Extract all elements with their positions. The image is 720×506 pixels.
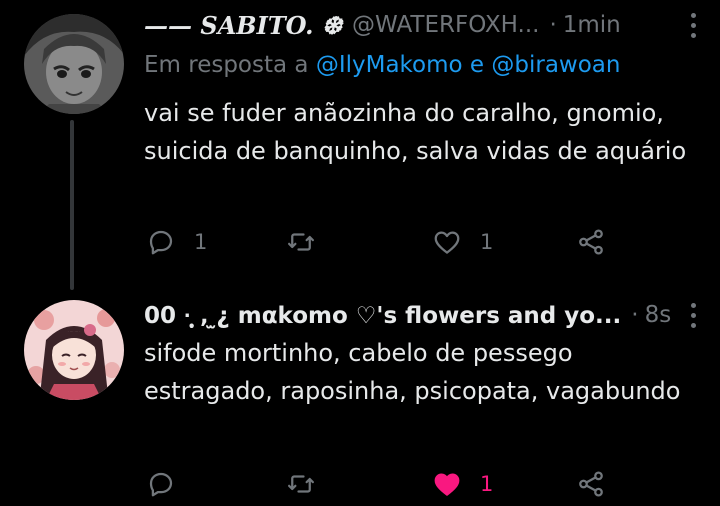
grayscale-anime-avatar-icon bbox=[24, 14, 124, 114]
reply-mentions-link[interactable]: @IlyMakomo e @birawoan bbox=[316, 52, 621, 78]
avatar-makomo[interactable] bbox=[24, 300, 124, 400]
retweet-icon bbox=[288, 475, 314, 493]
reply-button[interactable]: 1 bbox=[146, 224, 207, 260]
tweet-text: sifode mortinho, cabelo de pessego estra… bbox=[144, 339, 681, 405]
tweet-2[interactable]: 00 ·̩̩̥͙ ‚ ̫¿ mαkomo ♡'s flowers and yo.… bbox=[0, 290, 720, 506]
separator-dot: · bbox=[549, 12, 557, 38]
reply-icon bbox=[149, 230, 173, 255]
thread-line bbox=[70, 120, 74, 290]
heart-filled-icon bbox=[434, 473, 460, 496]
separator-dot: · bbox=[631, 302, 639, 328]
tweet-text: vai se fuder anãozinha do caralho, gnomi… bbox=[144, 99, 687, 165]
heart-icon bbox=[434, 231, 460, 254]
username-handle[interactable]: @WATERFOXH... bbox=[352, 12, 539, 38]
like-button[interactable]: 1 bbox=[432, 224, 493, 260]
tweet-header: —— SABITO. ❆ @WATERFOXH... · 1min bbox=[144, 10, 700, 40]
like-button[interactable]: 1 bbox=[432, 466, 493, 502]
display-name[interactable]: 00 ·̩̩̥͙ ‚ ̫¿ mαkomo ♡'s flowers and yo.… bbox=[144, 302, 621, 329]
more-options-icon[interactable] bbox=[686, 10, 700, 40]
reply-count: 1 bbox=[194, 230, 208, 254]
tweet-header: 00 ·̩̩̥͙ ‚ ̫¿ mαkomo ♡'s flowers and yo.… bbox=[144, 300, 700, 330]
reply-button[interactable] bbox=[146, 466, 194, 502]
retweet-icon bbox=[288, 233, 314, 251]
timestamp[interactable]: 8s bbox=[645, 302, 672, 328]
display-name[interactable]: —— SABITO. ❆ bbox=[144, 11, 342, 40]
share-icon bbox=[579, 229, 603, 255]
tweet-1[interactable]: —— SABITO. ❆ @WATERFOXH... · 1min Em res… bbox=[0, 0, 720, 290]
pink-anime-avatar-icon bbox=[24, 300, 124, 400]
share-icon bbox=[579, 471, 603, 497]
avatar-sabito[interactable] bbox=[24, 14, 124, 114]
retweet-button[interactable] bbox=[286, 466, 334, 502]
share-button[interactable] bbox=[576, 466, 606, 502]
retweet-button[interactable] bbox=[286, 224, 334, 260]
like-count: 1 bbox=[480, 472, 494, 496]
reply-context: Em resposta a @IlyMakomo e @birawoan bbox=[144, 52, 620, 78]
timestamp[interactable]: 1min bbox=[563, 12, 621, 38]
like-count: 1 bbox=[480, 230, 494, 254]
reply-prefix: Em resposta a bbox=[144, 52, 309, 78]
more-options-icon[interactable] bbox=[686, 300, 700, 330]
reply-icon bbox=[149, 472, 173, 497]
tweet-actions: 1 1 bbox=[144, 224, 624, 260]
share-button[interactable] bbox=[576, 224, 606, 260]
tweet-actions: 1 bbox=[144, 466, 624, 502]
